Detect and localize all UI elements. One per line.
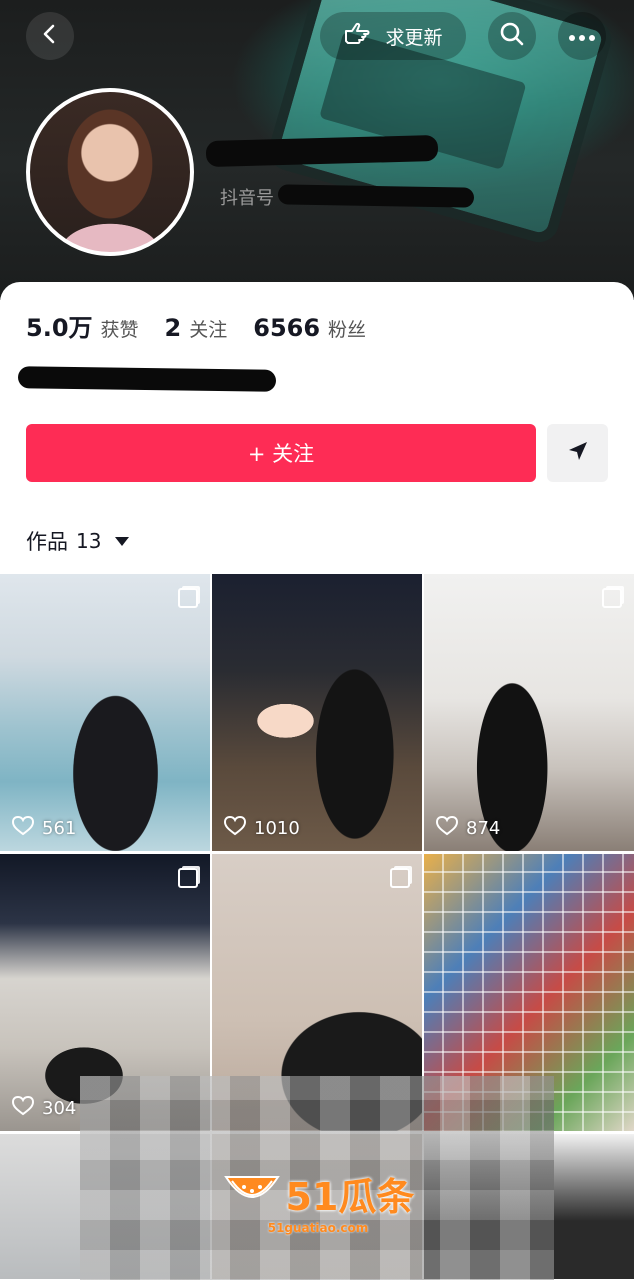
tile-likes-count: 874 <box>466 818 501 839</box>
more-options-button[interactable] <box>558 12 606 60</box>
stat-following-label: 关注 <box>189 319 228 341</box>
multi-image-icon <box>178 868 198 888</box>
back-button[interactable] <box>26 12 74 60</box>
search-icon <box>499 21 525 51</box>
video-tile[interactable]: 874 <box>424 574 634 851</box>
works-tab-count: 13 <box>76 529 102 553</box>
tile-likes: 304 <box>11 1095 77 1121</box>
heart-icon <box>435 815 459 841</box>
douyin-id-label: 抖音号 <box>220 188 274 209</box>
tile-likes: 1010 <box>223 815 300 841</box>
bio-redacted <box>17 366 277 392</box>
send-arrow-icon <box>566 439 590 467</box>
douyin-id-redacted <box>277 184 475 208</box>
follow-button[interactable]: + 关注 <box>26 424 536 482</box>
melon-icon <box>222 1169 282 1218</box>
watermark: 51瓜条 51guatiao.com <box>206 1160 430 1240</box>
stat-following-value: 2 <box>164 314 182 342</box>
tab-works[interactable]: 作品 13 <box>26 526 130 556</box>
tile-likes: 561 <box>11 815 77 841</box>
follow-button-label: + 关注 <box>247 442 315 466</box>
avatar[interactable] <box>26 88 194 256</box>
watermark-url: 51guatiao.com <box>267 1220 369 1235</box>
more-dots-icon <box>568 27 596 46</box>
watermark-brand: 51瓜条 <box>285 1174 415 1219</box>
stat-likes: 5.0万 获赞 <box>26 308 139 343</box>
tile-likes: 874 <box>435 815 501 841</box>
watermark-logo: 51瓜条 <box>222 1166 415 1221</box>
multi-image-icon <box>390 868 410 888</box>
hand-point-icon <box>343 21 373 52</box>
tile-likes-count: 561 <box>42 818 77 839</box>
share-button[interactable] <box>547 424 608 482</box>
stat-followers-label: 粉丝 <box>328 319 367 341</box>
heart-icon <box>11 815 35 841</box>
video-tile[interactable]: 1010 <box>212 574 422 851</box>
stat-following[interactable]: 2 关注 <box>165 314 228 342</box>
works-tab-label: 作品 <box>26 530 68 554</box>
heart-icon <box>223 815 247 841</box>
stat-followers[interactable]: 6566 粉丝 <box>253 314 366 342</box>
stat-followers-value: 6566 <box>253 314 321 342</box>
chevron-left-icon <box>39 23 61 49</box>
tile-likes-count: 304 <box>42 1098 77 1119</box>
request-update-label: 求更新 <box>385 26 443 49</box>
stat-likes-value: 5.0万 <box>26 314 93 342</box>
profile-banner: 求更新 抖音号 <box>0 0 634 300</box>
stat-likes-label: 获赞 <box>100 319 139 341</box>
video-tile[interactable]: 561 <box>0 574 210 851</box>
multi-image-icon <box>602 588 622 608</box>
profile-stats: 5.0万 获赞 2 关注 6566 粉丝 <box>26 308 392 343</box>
tile-likes-count: 1010 <box>254 818 300 839</box>
search-button[interactable] <box>488 12 536 60</box>
heart-icon <box>11 1095 35 1121</box>
multi-image-icon <box>178 588 198 608</box>
request-update-button[interactable]: 求更新 <box>320 12 466 60</box>
caret-down-icon <box>115 536 130 546</box>
